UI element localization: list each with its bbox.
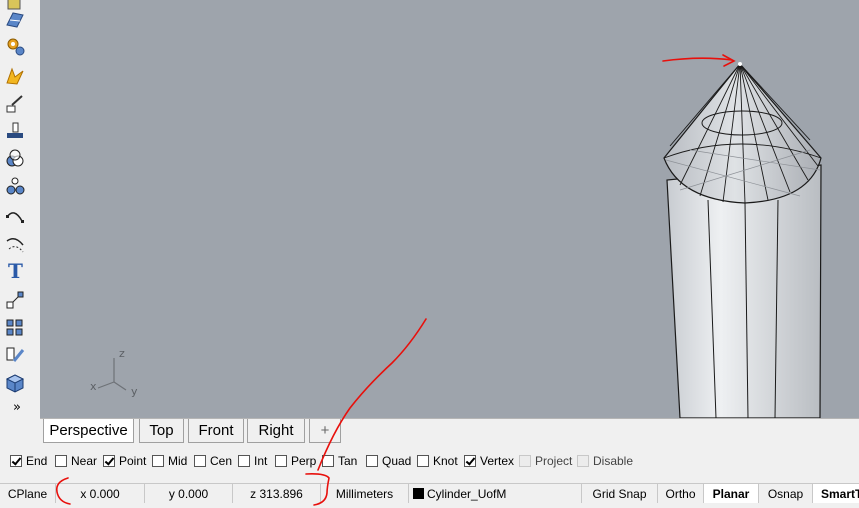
- world-axis-indicator: z x y: [90, 347, 138, 398]
- left-toolbar: T »: [0, 0, 40, 420]
- osnap-disable[interactable]: Disable: [577, 453, 633, 469]
- gear-gumball-icon[interactable]: [3, 34, 27, 58]
- osnap-project-checkbox[interactable]: [519, 455, 531, 467]
- osnap-label: Point: [119, 454, 147, 468]
- cone-apex-point: [738, 62, 742, 66]
- osnap-project[interactable]: Project: [519, 453, 572, 469]
- osnap-near[interactable]: Near: [55, 453, 97, 469]
- osnap-quad[interactable]: Quad: [366, 453, 411, 469]
- perspective-viewport[interactable]: z x y: [40, 0, 859, 418]
- shade-icon[interactable]: [3, 146, 27, 170]
- scale-icon[interactable]: [3, 92, 27, 116]
- transform-icon[interactable]: [3, 288, 27, 312]
- status-bar: CPlane x 0.000 y 0.000 z 313.896 Millime…: [0, 483, 859, 504]
- tab-right[interactable]: Right: [247, 419, 305, 443]
- osnap-tan[interactable]: Tan: [322, 453, 357, 469]
- tab-front[interactable]: Front: [188, 419, 244, 443]
- osnap-button[interactable]: Osnap: [759, 484, 813, 504]
- layer-name: Cylinder_UofM: [427, 487, 507, 501]
- osnap-knot-checkbox[interactable]: [417, 455, 429, 467]
- text-icon[interactable]: T: [3, 258, 27, 282]
- smarttrack-button[interactable]: SmartT: [813, 484, 859, 504]
- align-icon[interactable]: [3, 118, 27, 142]
- tab-perspective[interactable]: Perspective: [43, 419, 134, 443]
- osnap-cen[interactable]: Cen: [194, 453, 232, 469]
- edit-icon[interactable]: [3, 342, 27, 366]
- osnap-quad-checkbox[interactable]: [366, 455, 378, 467]
- osnap-perp-checkbox[interactable]: [275, 455, 287, 467]
- axis-x-label: x: [90, 380, 97, 393]
- osnap-vertex[interactable]: Vertex: [464, 453, 514, 469]
- box-icon[interactable]: [3, 370, 27, 394]
- osnap-label: Disable: [593, 454, 634, 468]
- osnap-label: End: [26, 454, 48, 468]
- osnap-cen-checkbox[interactable]: [194, 455, 206, 467]
- osnap-label: Near: [71, 454, 98, 468]
- osnap-label: Perp: [291, 454, 317, 468]
- osnap-end[interactable]: End: [10, 453, 47, 469]
- lightning-icon[interactable]: [3, 64, 27, 88]
- grid-array-icon[interactable]: [3, 316, 27, 340]
- ortho-button[interactable]: Ortho: [658, 484, 704, 504]
- osnap-label: Int: [254, 454, 268, 468]
- osnap-end-checkbox[interactable]: [10, 455, 22, 467]
- curve-icon[interactable]: [3, 204, 27, 228]
- osnap-mid-checkbox[interactable]: [152, 455, 164, 467]
- coord-x: x 0.000: [56, 484, 145, 504]
- toolbar-overflow-button[interactable]: »: [13, 400, 21, 415]
- units-indicator[interactable]: Millimeters: [321, 484, 409, 504]
- osnap-label: Project: [535, 454, 573, 468]
- osnap-tan-checkbox[interactable]: [322, 455, 334, 467]
- svg-text:T: T: [8, 259, 23, 281]
- planar-button[interactable]: Planar: [704, 484, 759, 504]
- current-layer[interactable]: Cylinder_UofM: [409, 484, 582, 504]
- osnap-int-checkbox[interactable]: [238, 455, 250, 467]
- coord-y: y 0.000: [145, 484, 233, 504]
- grid-snap-button[interactable]: Grid Snap: [582, 484, 658, 504]
- osnap-label: Knot: [433, 454, 458, 468]
- osnap-label: Mid: [168, 454, 188, 468]
- osnap-label: Vertex: [480, 454, 515, 468]
- tab-top[interactable]: Top: [139, 419, 184, 443]
- axis-y-label: y: [131, 385, 138, 398]
- viewport-tabs: Perspective Top Front Right +: [40, 418, 859, 445]
- osnap-disable-checkbox[interactable]: [577, 455, 589, 467]
- osnap-label: Cen: [210, 454, 233, 468]
- layer-color-swatch: [413, 488, 424, 499]
- cplane-indicator[interactable]: CPlane: [0, 484, 56, 504]
- osnap-point[interactable]: Point: [103, 453, 146, 469]
- osnap-perp[interactable]: Perp: [275, 453, 316, 469]
- osnap-knot[interactable]: Knot: [417, 453, 458, 469]
- osnap-point-checkbox[interactable]: [103, 455, 115, 467]
- cylinder-model: [663, 62, 822, 418]
- osnap-label: Tan: [338, 454, 358, 468]
- osnap-bar: End Near Point Mid Cen Int Perp Tan Quad…: [0, 446, 859, 476]
- osnap-label: Quad: [382, 454, 412, 468]
- osnap-int[interactable]: Int: [238, 453, 267, 469]
- coord-z: z 313.896: [233, 484, 321, 504]
- layout-icon[interactable]: [3, 8, 27, 32]
- osnap-near-checkbox[interactable]: [55, 455, 67, 467]
- osnap-vertex-checkbox[interactable]: [464, 455, 476, 467]
- add-viewport-tab-button[interactable]: +: [309, 419, 341, 443]
- axis-z-label: z: [119, 347, 125, 360]
- curve-tools-icon[interactable]: [3, 232, 27, 256]
- points-icon[interactable]: [3, 174, 27, 198]
- osnap-mid[interactable]: Mid: [152, 453, 187, 469]
- window-bottom-edge: [0, 503, 859, 508]
